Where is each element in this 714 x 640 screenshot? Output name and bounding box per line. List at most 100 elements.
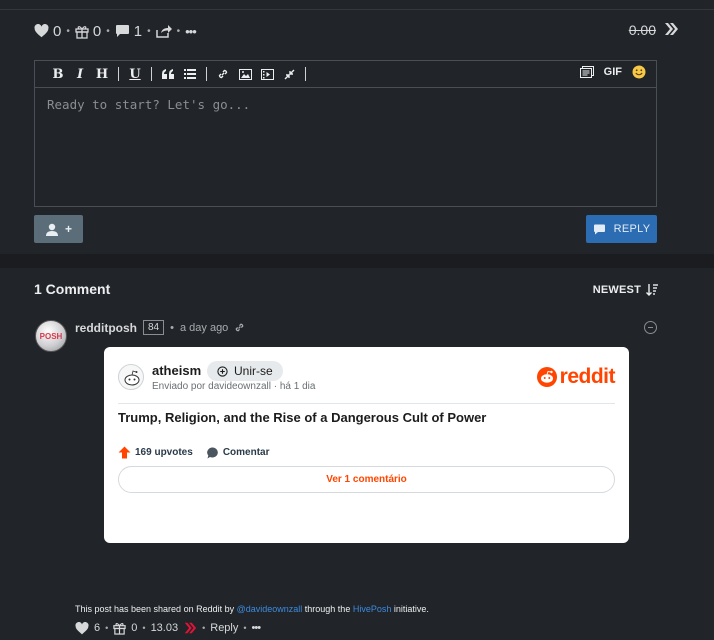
heart-icon [34,24,49,38]
comment-author[interactable]: redditposh [75,321,137,335]
comment-link-label: Comentar [222,447,270,458]
sort-button[interactable]: NEWEST [593,283,658,296]
comment-meta: redditposh 84 • a day ago [75,320,245,335]
separator-dot: • [105,623,109,633]
comment-icon [207,446,218,458]
separator-dot: • [66,25,70,37]
post-title[interactable]: Trump, Religion, and the Rise of a Dange… [118,410,486,425]
heading-button[interactable]: H [91,64,113,84]
comments-count: 1 Comment [34,281,111,297]
share-icon[interactable] [155,24,172,38]
reddit-embed[interactable]: atheism Unir-se Enviado por davideownzal… [104,347,629,543]
separator-dot: • [243,623,247,633]
share-note-prefix: This post has been shared on Reddit by [75,604,237,614]
share-note-middle: through the [302,604,353,614]
share-note: This post has been shared on Reddit by @… [75,604,429,614]
comment-time[interactable]: a day ago [180,322,228,334]
quote-icon [162,69,174,79]
video-button[interactable] [256,64,278,84]
upvote-count: 169 upvotes [135,447,193,458]
add-user-label: + [64,222,72,236]
reddit-logo: reddit [536,365,616,389]
embed-divider [118,403,615,404]
plus-circle-icon [217,365,228,377]
sort-icon [646,284,658,296]
share-note-suffix: initiative. [391,604,429,614]
toolbar-divider [305,67,306,81]
link-icon [218,69,228,79]
heart-icon[interactable] [75,621,89,635]
separator-dot: • [106,25,110,37]
separator-dot: • [142,623,146,633]
collapse-icon [284,69,294,79]
image-button[interactable] [234,64,256,84]
toolbar-divider [118,67,119,81]
underline-button[interactable]: U [124,64,146,84]
bold-button[interactable]: B [47,64,69,84]
upvote-icon[interactable] [118,446,131,459]
toolbar-right: GIF [579,65,646,79]
more-icon[interactable]: ••• [252,622,262,634]
comment-reply-button[interactable]: Reply [210,622,238,634]
link-button[interactable] [212,64,234,84]
comment-like-count: 6 [94,622,101,634]
reply-label: REPLY [613,223,651,235]
sort-label: NEWEST [592,283,641,296]
list-icon [184,69,196,79]
image-icon [238,68,252,80]
minus-circle-icon[interactable] [644,321,657,334]
italic-button[interactable]: I [69,64,91,84]
reddit-icon [536,367,557,387]
list-button[interactable] [179,64,201,84]
like-count: 0 [53,22,62,40]
editor-input[interactable]: Ready to start? Let's go... [47,97,250,112]
video-icon [260,68,274,80]
reply-button[interactable]: REPLY [586,215,657,243]
quote-button[interactable] [157,64,179,84]
separator-dot: • [147,25,151,37]
snippet-icon[interactable] [579,66,594,78]
gift-button[interactable]: 0 [75,23,101,40]
comment-editor: B I H U GIF Ready to start? Let's go... [34,60,657,207]
comment-link[interactable]: Comentar [207,446,270,459]
post-actions: 0 • 0 • 1 • • ••• [34,20,197,42]
subreddit-name[interactable]: atheism [152,363,201,378]
toolbar-divider [151,67,152,81]
avatar-text: POSH [39,331,63,341]
post-payout[interactable]: 0.00 [629,22,656,38]
gift-icon [75,25,89,39]
comment-icon [115,25,129,37]
reddit-wordmark: reddit [559,365,616,388]
hive-icon [665,23,678,35]
avatar[interactable]: POSH [35,320,67,352]
share-user-link[interactable]: @davideownzall [237,604,303,614]
comments-button[interactable]: 1 [115,23,142,40]
gift-icon[interactable] [113,621,126,635]
emoji-icon[interactable] [632,65,646,79]
section-divider [0,254,714,268]
chat-icon [593,224,605,234]
subreddit-icon [118,364,144,390]
view-comments-button[interactable]: Ver 1 comentário [118,466,615,493]
comment-actions: 6 • 0 • 13.03 • Reply • ••• [75,620,262,636]
comment-gift-count: 0 [131,622,138,634]
more-icon[interactable]: ••• [185,24,197,39]
add-user-button[interactable]: + [34,215,83,243]
join-label: Unir-se [234,364,273,378]
editor-toolbar: B I H U GIF [35,61,656,88]
link-icon[interactable] [234,322,245,333]
separator-dot: • [170,321,174,334]
fullscreen-button[interactable] [278,64,300,84]
reputation-badge: 84 [143,320,165,335]
join-button[interactable]: Unir-se [207,361,283,381]
add-user-icon [45,223,58,236]
separator-dot: • [202,623,206,633]
vote-row: 169 upvotes Comentar [118,446,270,459]
gif-button[interactable]: GIF [604,66,622,78]
like-button[interactable]: 0 [34,23,61,40]
hiveposh-link[interactable]: HivePosh [353,604,392,614]
separator-dot: • [176,25,181,37]
comment-payout[interactable]: 13.03 [151,622,179,634]
toolbar-divider [206,67,207,81]
hive-icon [184,622,197,634]
